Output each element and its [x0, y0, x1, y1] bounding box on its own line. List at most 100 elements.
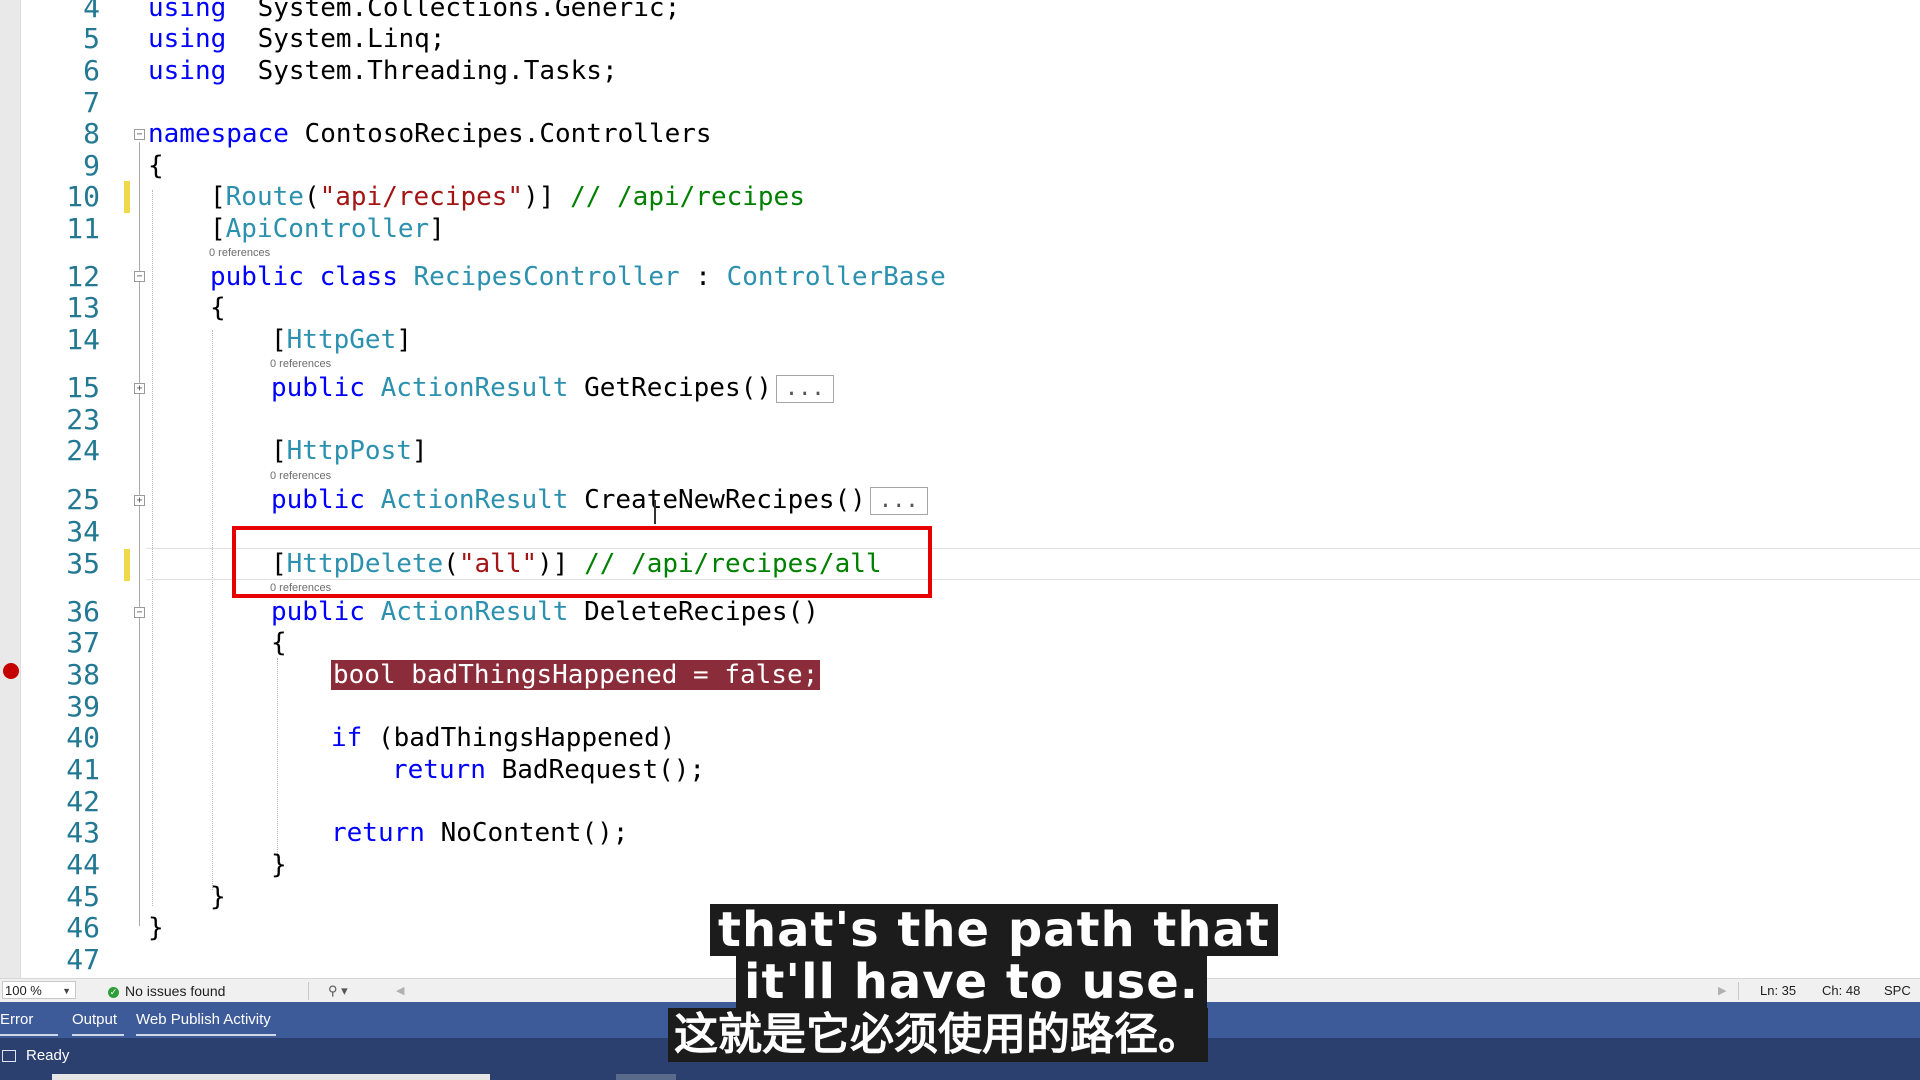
code-line: 37 { — [0, 627, 1920, 659]
line-number: 42 — [66, 785, 100, 818]
code-line: 6 using System.Threading.Tasks; — [0, 55, 1920, 87]
code-text[interactable]: [HttpPost] — [271, 435, 428, 467]
keyword: using — [148, 0, 227, 23]
code-token: : — [679, 262, 727, 292]
tab-error-list[interactable]: Error List — [0, 1002, 58, 1064]
code-editor[interactable]: − − + + − 4 using System.Collections.Gen… — [0, 0, 1920, 978]
breakpoint-highlight: bool badThingsHappened = false; — [331, 660, 821, 690]
line-number: 37 — [66, 626, 100, 659]
code-token: (badThingsHappened) — [362, 723, 676, 753]
line-number: 43 — [66, 816, 100, 849]
codelens-references[interactable]: 0 references — [270, 358, 331, 371]
scroll-left-icon[interactable]: ◀ — [396, 979, 404, 1003]
brace: } — [148, 913, 164, 943]
code-line: 23 — [0, 404, 1920, 436]
code-line: 42 — [0, 786, 1920, 818]
tab-output[interactable]: Output — [72, 1002, 124, 1038]
code-token: ] — [429, 214, 445, 244]
line-number: 39 — [66, 690, 100, 723]
code-text[interactable]: public ActionResult DeleteRecipes() — [271, 596, 819, 628]
brace: { — [210, 293, 226, 323]
code-text[interactable]: if (badThingsHappened) — [331, 722, 675, 754]
code-line: 36 public ActionResult DeleteRecipes() — [0, 596, 1920, 628]
class-name: RecipesController — [413, 262, 680, 292]
code-text[interactable]: { — [271, 627, 287, 659]
code-text[interactable]: public ActionResult CreateNewRecipes()..… — [271, 484, 928, 516]
code-token: )] — [523, 182, 555, 212]
line-number: 14 — [66, 323, 100, 356]
code-token: NoContent(); — [424, 818, 629, 848]
code-token: [ — [271, 436, 287, 466]
codelens-references[interactable]: 0 references — [270, 470, 331, 483]
taskbar-segment — [52, 1074, 490, 1080]
line-number: 47 — [66, 943, 100, 976]
code-text[interactable]: using System.Threading.Tasks; — [148, 55, 618, 87]
line-number: 15 — [66, 371, 100, 404]
line-number: 46 — [66, 911, 100, 944]
code-text[interactable]: public class RecipesController : Control… — [210, 261, 946, 293]
code-text[interactable]: using System.Collections.Generic; — [148, 0, 680, 24]
code-text[interactable]: { — [148, 150, 164, 182]
code-text[interactable]: public ActionResult GetRecipes()... — [271, 372, 834, 404]
keyword: public — [210, 262, 304, 292]
tab-web-publish-activity[interactable]: Web Publish Activity — [136, 1002, 276, 1038]
chevron-down-icon: ▼ — [62, 986, 71, 996]
line-number: 11 — [66, 212, 100, 245]
collapsed-region[interactable]: ... — [775, 374, 834, 403]
brace: { — [148, 151, 164, 181]
type-name: ActionResult — [380, 597, 569, 627]
code-text[interactable]: { — [210, 292, 226, 324]
line-number: 24 — [66, 434, 100, 467]
issues-indicator[interactable]: ✓ No issues found — [108, 979, 225, 1003]
code-token: ( — [303, 182, 320, 212]
code-text[interactable]: return NoContent(); — [331, 817, 628, 849]
brace: { — [271, 628, 287, 658]
code-line: 15 public ActionResult GetRecipes()... — [0, 372, 1920, 404]
code-text[interactable]: [Route("api/recipes")] // /api/recipes — [210, 181, 805, 213]
line-number: 10 — [66, 180, 100, 213]
code-text[interactable]: return BadRequest(); — [392, 754, 705, 786]
keyword: using — [148, 24, 227, 54]
keyword: class — [319, 262, 398, 292]
char-indicator[interactable]: Ch: 48 — [1822, 979, 1860, 1003]
subtitle-english-line-1: that's the path that — [710, 904, 1278, 956]
divider — [308, 982, 309, 1000]
codelens-references[interactable]: 0 references — [209, 247, 270, 260]
code-text[interactable]: } — [148, 912, 164, 944]
collapsed-region[interactable]: ... — [869, 486, 928, 515]
line-indicator[interactable]: Ln: 35 — [1760, 979, 1796, 1003]
spacing-indicator[interactable]: SPC — [1884, 979, 1911, 1003]
base-class-name: ControllerBase — [726, 262, 946, 292]
code-text[interactable]: [ApiController] — [210, 213, 445, 245]
code-token: ContosoRecipes.Controllers — [288, 119, 712, 149]
line-number: 34 — [66, 515, 100, 548]
divider — [1738, 982, 1739, 1000]
attribute-name: Route — [225, 182, 304, 212]
code-line: 8 namespace ContosoRecipes.Controllers — [0, 118, 1920, 150]
code-line: 14 [HttpGet] — [0, 324, 1920, 356]
code-line: 13 { — [0, 292, 1920, 324]
code-line: 9 { — [0, 150, 1920, 182]
line-number: 6 — [83, 54, 100, 87]
zoom-dropdown[interactable]: 100 % ▼ — [2, 981, 76, 999]
attribute-name: ApiController — [225, 214, 430, 244]
code-text[interactable]: } — [210, 881, 226, 913]
code-line: 44 } — [0, 849, 1920, 881]
code-text[interactable]: namespace ContosoRecipes.Controllers — [148, 118, 712, 150]
annotation-highlight-box — [232, 526, 932, 598]
code-text[interactable]: [HttpGet] — [271, 324, 412, 356]
type-name: ActionResult — [380, 485, 569, 515]
navigation-icon[interactable]: ⚲ ▾ — [328, 979, 348, 1003]
code-token: BadRequest(); — [485, 755, 706, 785]
code-text[interactable]: } — [271, 849, 287, 881]
brace: } — [210, 882, 226, 912]
method-name: GetRecipes() — [568, 373, 772, 403]
code-line: 39 — [0, 691, 1920, 723]
ready-icon — [2, 1050, 16, 1062]
code-text[interactable]: using System.Linq; — [148, 23, 445, 55]
code-text[interactable]: bool badThingsHappened = false; — [331, 659, 821, 691]
scroll-right-icon[interactable]: ▶ — [1718, 979, 1726, 1003]
